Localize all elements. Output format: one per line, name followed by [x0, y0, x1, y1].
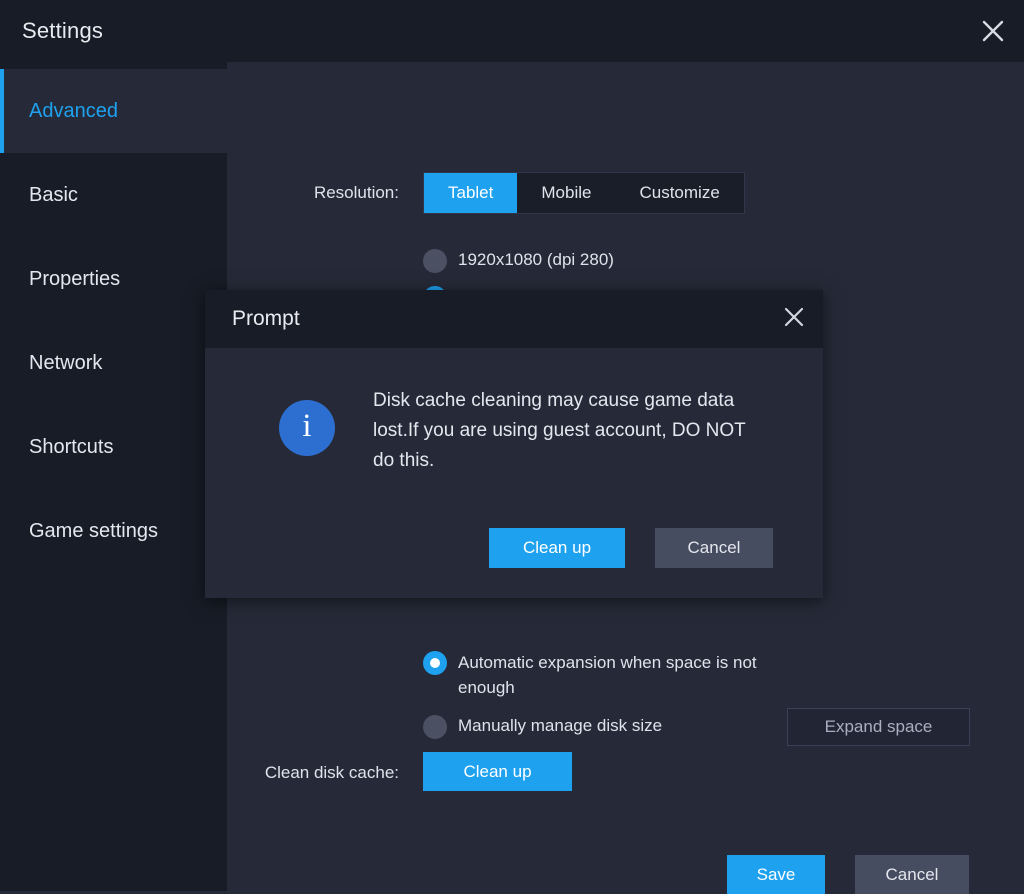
- prompt-message: Disk cache cleaning may cause game data …: [373, 390, 746, 471]
- cancel-label: Cancel: [885, 864, 939, 884]
- resolution-mode-customize[interactable]: Customize: [615, 173, 743, 213]
- prompt-close-button[interactable]: [765, 290, 823, 348]
- info-icon-glyph: i: [302, 407, 312, 444]
- resolution-mode-tablet[interactable]: Tablet: [424, 173, 518, 213]
- prompt-cancel-button[interactable]: Cancel: [655, 528, 773, 568]
- segment-label: Customize: [639, 183, 720, 202]
- prompt-dialog: Prompt i Disk cache cleaning may cause g…: [205, 290, 823, 598]
- disk-option-manual-size[interactable]: Manually manage disk size: [423, 713, 815, 739]
- clean-disk-cache-field: Clean disk cache: Clean up: [227, 752, 572, 794]
- sidebar-item-network[interactable]: Network: [0, 321, 227, 405]
- sidebar-item-advanced[interactable]: Advanced: [0, 69, 227, 153]
- clean-up-label: Clean up: [463, 761, 532, 781]
- radio-label: 1920x1080 (dpi 280): [458, 250, 614, 269]
- close-icon: [782, 305, 806, 334]
- clean-disk-cache-label: Clean disk cache:: [264, 763, 399, 782]
- disk-option-automatic-expansion[interactable]: Automatic expansion when space is not en…: [423, 650, 815, 700]
- info-icon: i: [279, 400, 335, 456]
- resolution-option-1920x1080[interactable]: 1920x1080 (dpi 280): [423, 248, 614, 273]
- resolution-field: Resolution: Tablet Mobile Customize: [227, 172, 745, 214]
- radio-label: Automatic expansion when space is not en…: [458, 653, 757, 697]
- prompt-clean-up-button[interactable]: Clean up: [489, 528, 625, 568]
- sidebar-item-label: Basic: [29, 183, 78, 206]
- radio-icon: [423, 714, 447, 739]
- prompt-cancel-label: Cancel: [687, 538, 741, 557]
- cancel-button[interactable]: Cancel: [855, 855, 969, 894]
- resolution-mode-segmented-control: Tablet Mobile Customize: [423, 172, 745, 214]
- segment-label: Mobile: [541, 183, 592, 202]
- prompt-body: i Disk cache cleaning may cause game dat…: [205, 348, 823, 598]
- sidebar-item-label: Properties: [29, 267, 121, 290]
- save-button[interactable]: Save: [727, 855, 825, 894]
- footer-actions: Save Cancel: [727, 855, 969, 894]
- radio-icon: [423, 249, 447, 273]
- sidebar-item-shortcuts[interactable]: Shortcuts: [0, 405, 227, 489]
- radio-label: Manually manage disk size: [458, 716, 663, 735]
- sidebar: Advanced Basic Properties Network Shortc…: [0, 62, 227, 891]
- prompt-message-row: i Disk cache cleaning may cause game dat…: [239, 386, 797, 476]
- save-label: Save: [756, 864, 796, 884]
- expand-space-button[interactable]: Expand space: [787, 708, 970, 746]
- radio-icon-selected: [423, 651, 447, 675]
- prompt-title-bar: Prompt: [205, 290, 823, 348]
- sidebar-item-label: Network: [29, 351, 103, 374]
- sidebar-item-basic[interactable]: Basic: [0, 153, 227, 237]
- sidebar-item-label: Game settings: [29, 519, 158, 542]
- settings-window: Settings Advanced Basic Properties Netwo…: [0, 0, 1024, 894]
- prompt-confirm-label: Clean up: [522, 538, 592, 557]
- disk-management-option-list: Automatic expansion when space is not en…: [423, 650, 815, 751]
- close-button[interactable]: [962, 0, 1024, 62]
- sidebar-item-properties[interactable]: Properties: [0, 237, 227, 321]
- page-title: Settings: [22, 18, 104, 43]
- window-title-bar: Settings: [0, 0, 1024, 62]
- segment-label: Tablet: [448, 183, 494, 202]
- clean-up-button[interactable]: Clean up: [423, 752, 572, 791]
- resolution-mode-mobile[interactable]: Mobile: [517, 173, 615, 213]
- close-icon: [980, 18, 1006, 44]
- prompt-actions: Clean up Cancel: [239, 528, 797, 568]
- sidebar-item-label: Shortcuts: [29, 435, 114, 458]
- sidebar-item-game-settings[interactable]: Game settings: [0, 489, 227, 573]
- sidebar-item-label: Advanced: [29, 99, 118, 122]
- prompt-title: Prompt: [232, 307, 300, 330]
- expand-space-label: Expand space: [824, 717, 933, 736]
- resolution-label: Resolution:: [313, 183, 399, 202]
